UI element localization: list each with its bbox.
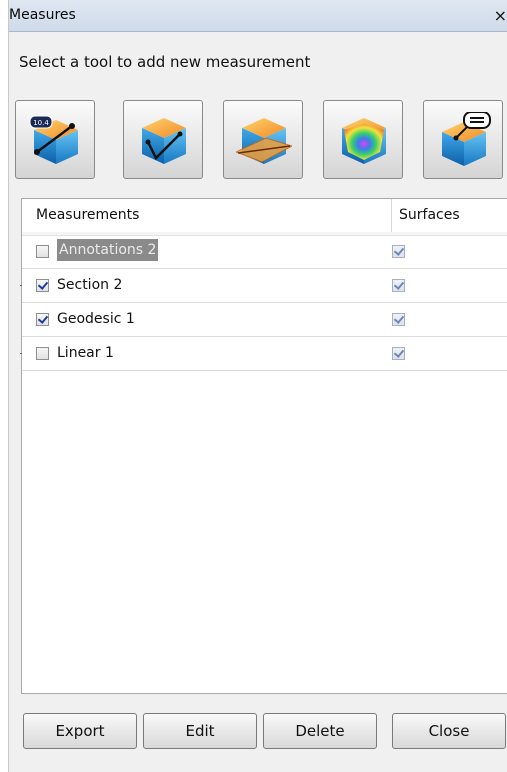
instruction-text: Select a tool to add new measurement: [19, 53, 311, 71]
surface-checkbox[interactable]: [392, 279, 405, 292]
geodesic-measure-icon: [142, 118, 186, 164]
table-row[interactable]: Section 2: [20, 269, 507, 303]
visibility-checkbox[interactable]: [36, 347, 49, 360]
row-label: Geodesic 1: [57, 311, 135, 327]
annotation-measure-icon: [442, 112, 491, 166]
linear-measure-button[interactable]: 10.4: [15, 100, 95, 179]
visibility-checkbox[interactable]: [36, 245, 49, 258]
surface-checkbox[interactable]: [392, 347, 405, 360]
close-button[interactable]: Close: [392, 713, 506, 749]
table-row[interactable]: Geodesic 1: [22, 303, 507, 337]
svg-text:10.4: 10.4: [33, 119, 49, 127]
table-row[interactable]: Annotations 2: [22, 235, 507, 269]
row-label: Section 2: [57, 277, 123, 293]
column-header-surfaces[interactable]: Surfaces: [399, 207, 460, 223]
measures-panel: Measures × Select a tool to add new meas…: [8, 0, 507, 772]
heatmap-surface-button[interactable]: [323, 100, 403, 179]
tree-connector: [20, 353, 22, 354]
geodesic-measure-button[interactable]: [123, 100, 203, 179]
surface-checkbox[interactable]: [392, 313, 405, 326]
edit-button[interactable]: Edit: [143, 713, 257, 749]
section-measure-button[interactable]: [223, 100, 303, 179]
table-header: Measurements Surfaces: [22, 199, 507, 233]
column-divider[interactable]: [391, 199, 392, 232]
export-button[interactable]: Export: [23, 713, 137, 749]
visibility-checkbox[interactable]: [36, 313, 49, 326]
visibility-checkbox[interactable]: [36, 279, 49, 292]
surface-checkbox[interactable]: [392, 245, 405, 258]
linear-measure-icon: 10.4: [29, 115, 78, 164]
heatmap-surface-icon: [342, 118, 386, 164]
section-measure-icon: [236, 118, 292, 164]
tree-connector: [20, 285, 22, 286]
row-label: Linear 1: [57, 345, 114, 361]
delete-button[interactable]: Delete: [263, 713, 377, 749]
table-row[interactable]: Linear 1: [20, 337, 507, 371]
row-label: Annotations 2: [57, 239, 159, 261]
title-bar: Measures ×: [9, 0, 507, 32]
measurements-table: Measurements Surfaces Annotations 2 Sect…: [20, 198, 507, 694]
close-icon[interactable]: ×: [494, 6, 507, 25]
annotation-measure-button[interactable]: [423, 100, 503, 179]
column-header-measurements[interactable]: Measurements: [36, 207, 139, 223]
window-title: Measures: [9, 7, 76, 23]
